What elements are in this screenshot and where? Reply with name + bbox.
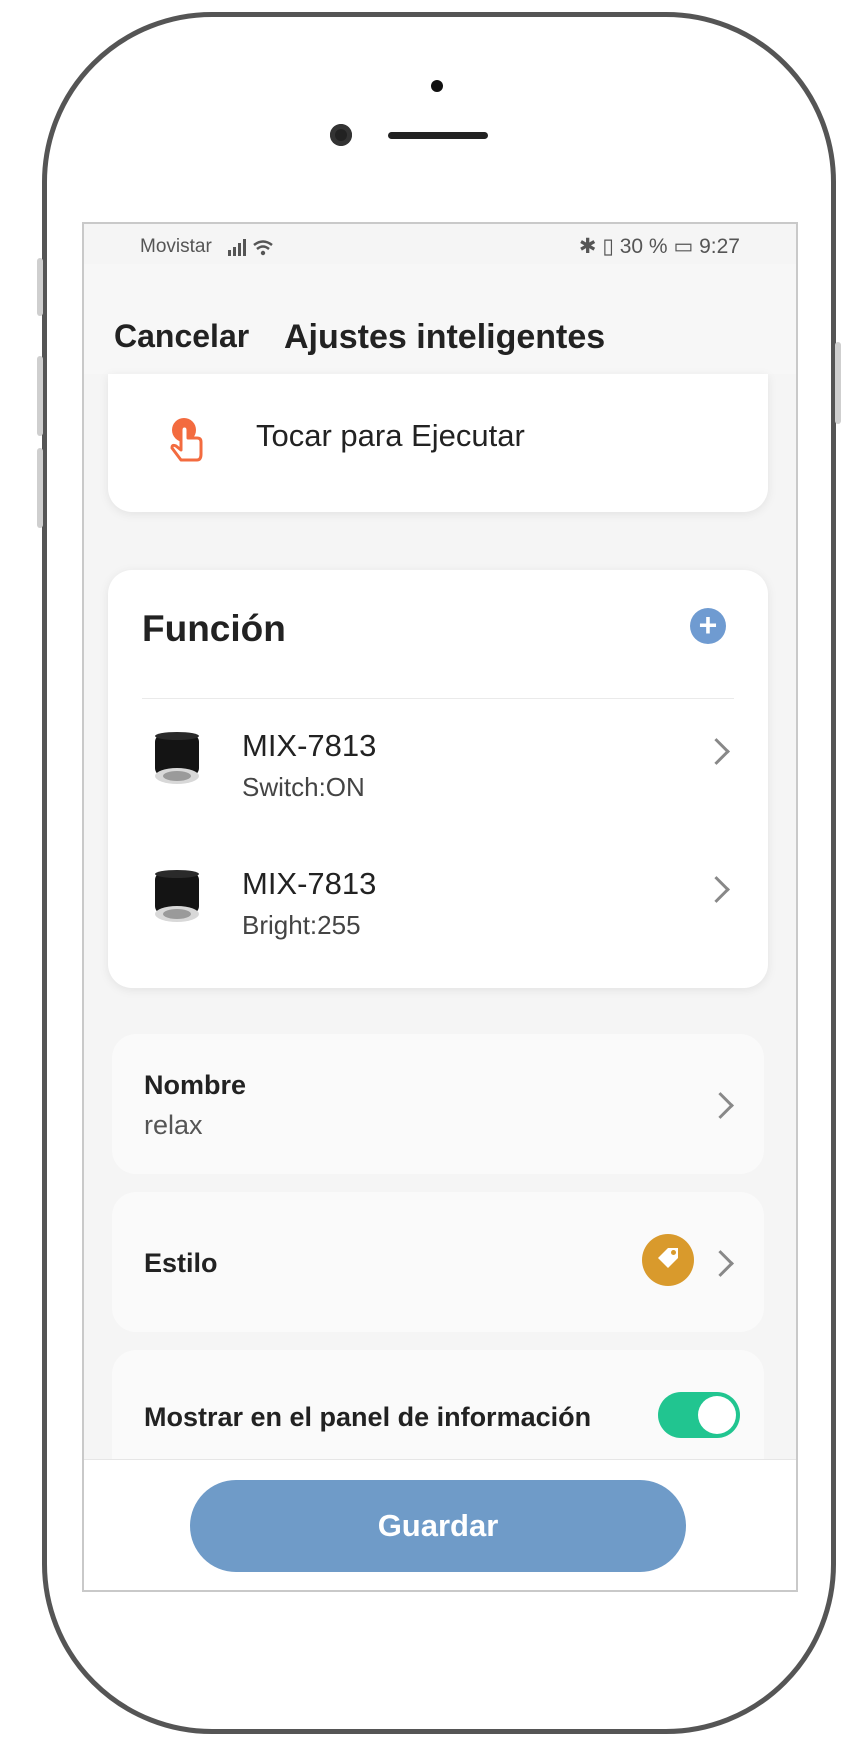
signal-bars-icon bbox=[226, 236, 280, 263]
save-button[interactable]: Guardar bbox=[190, 1480, 686, 1572]
footer: Guardar bbox=[84, 1459, 796, 1590]
info-panel-label: Mostrar en el panel de información bbox=[144, 1402, 592, 1432]
device-row[interactable]: MIX-7813 Switch:ON bbox=[108, 708, 768, 828]
earpiece-speaker bbox=[388, 132, 488, 139]
phone-power-button bbox=[835, 342, 841, 424]
phone-side-button bbox=[37, 258, 43, 316]
name-label: Nombre bbox=[144, 1070, 247, 1100]
chevron-right-icon bbox=[703, 738, 730, 765]
page-title: Ajustes inteligentes bbox=[284, 318, 606, 356]
function-card: Función + MIX-7813 Switch:ON MIX-7813 Br… bbox=[108, 570, 768, 988]
spotlight-device-icon bbox=[152, 868, 202, 928]
chevron-right-icon bbox=[703, 876, 730, 903]
header: Cancelar Ajustes inteligentes bbox=[84, 264, 796, 374]
status-right-icons: ✱ ▯ 30 % ▭ 9:27 bbox=[578, 235, 740, 258]
tap-to-run-card[interactable]: Tocar para Ejecutar bbox=[108, 374, 768, 512]
device-name: MIX-7813 bbox=[242, 728, 377, 763]
divider bbox=[142, 698, 734, 699]
front-sensor bbox=[431, 80, 443, 92]
phone-volume-down-button bbox=[37, 448, 43, 528]
tap-to-run-label: Tocar para Ejecutar bbox=[256, 418, 525, 453]
device-row[interactable]: MIX-7813 Bright:255 bbox=[108, 846, 768, 966]
info-panel-toggle[interactable] bbox=[658, 1392, 740, 1438]
cancel-button[interactable]: Cancelar bbox=[114, 318, 249, 355]
device-action: Bright:255 bbox=[242, 910, 361, 940]
toggle-knob bbox=[698, 1396, 736, 1434]
device-action: Switch:ON bbox=[242, 772, 365, 802]
chevron-right-icon bbox=[707, 1250, 734, 1277]
tap-hand-icon bbox=[164, 416, 210, 464]
spotlight-device-icon bbox=[152, 730, 202, 790]
chevron-right-icon bbox=[707, 1092, 734, 1119]
name-setting-row[interactable]: Nombre relax bbox=[112, 1034, 764, 1174]
plus-icon[interactable]: + bbox=[690, 608, 726, 644]
carrier-name: Movistar bbox=[140, 236, 212, 257]
tag-icon bbox=[642, 1234, 694, 1286]
device-name: MIX-7813 bbox=[242, 866, 377, 901]
front-camera bbox=[330, 124, 352, 146]
style-setting-row[interactable]: Estilo bbox=[112, 1192, 764, 1332]
phone-volume-up-button bbox=[37, 356, 43, 436]
app-screen: Movistar ✱ ▯ 30 % ▭ 9:27 Cancelar Ajuste… bbox=[82, 222, 798, 1592]
style-label: Estilo bbox=[144, 1248, 218, 1278]
function-title: Función bbox=[142, 608, 286, 649]
name-value: relax bbox=[144, 1110, 203, 1140]
status-bar: Movistar ✱ ▯ 30 % ▭ 9:27 bbox=[84, 224, 796, 264]
